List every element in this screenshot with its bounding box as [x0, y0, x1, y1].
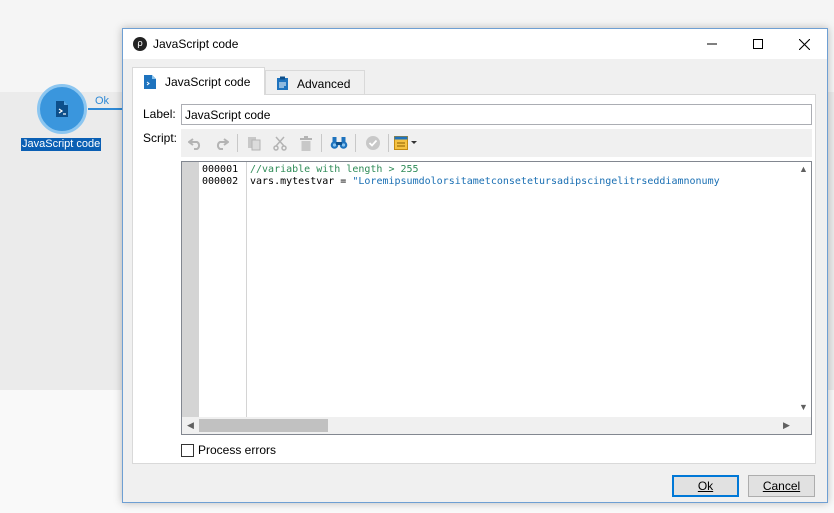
dialog-title: JavaScript code: [153, 37, 239, 51]
cut-button[interactable]: [269, 133, 291, 153]
maximize-icon: [753, 39, 763, 49]
javascript-code-dialog: ρ JavaScript code JavaScript code Advanc…: [122, 28, 828, 503]
editor-gutter: [182, 162, 199, 417]
cancel-button[interactable]: Cancel: [748, 475, 815, 497]
tab-panel-javascript: Label: Script:: [132, 94, 816, 464]
scroll-up-icon[interactable]: ▲: [795, 164, 811, 174]
script-caption: Script:: [143, 131, 178, 145]
find-icon: [330, 137, 348, 149]
validate-button[interactable]: [362, 133, 384, 153]
paste-icon: [248, 136, 261, 150]
dialog-titlebar[interactable]: ρ JavaScript code: [123, 29, 827, 59]
javascript-activity-node[interactable]: [37, 84, 87, 134]
script-icon: [144, 74, 156, 89]
close-button[interactable]: [781, 29, 827, 59]
toolbar-separator: [321, 134, 322, 152]
undo-icon: [188, 138, 201, 150]
code-line: //variable with length > 255: [250, 164, 795, 176]
tab-advanced[interactable]: Advanced: [265, 70, 365, 96]
maximize-button[interactable]: [735, 29, 781, 59]
label-input[interactable]: [181, 104, 812, 125]
delete-icon: [300, 135, 312, 151]
script-editor[interactable]: 000001 000002 //variable with length > 2…: [181, 161, 812, 435]
code-line: vars.mytestvar = "Loremipsumdolorsitamet…: [250, 176, 795, 188]
paste-button[interactable]: [243, 133, 265, 153]
line-numbers: 000001 000002: [199, 162, 247, 417]
minimize-button[interactable]: [689, 29, 735, 59]
horizontal-scroll-thumb[interactable]: [199, 419, 328, 432]
vertical-scrollbar[interactable]: ▲ ▼: [795, 162, 811, 417]
find-button[interactable]: [328, 133, 350, 153]
script-icon: [56, 101, 68, 117]
tab-label: JavaScript code: [165, 74, 251, 89]
minimize-icon: [707, 43, 717, 45]
app-logo-icon: ρ: [133, 37, 147, 51]
code-statement: vars.mytestvar =: [250, 176, 353, 187]
toolbar-separator: [237, 134, 238, 152]
transition-arrow[interactable]: [88, 108, 124, 110]
scroll-down-icon[interactable]: ▼: [795, 402, 811, 412]
clipboard-icon: [277, 76, 288, 90]
scroll-right-icon[interactable]: ▶: [778, 420, 795, 431]
tab-label: Advanced: [297, 76, 351, 91]
undo-button[interactable]: [185, 133, 207, 153]
code-area[interactable]: //variable with length > 255 vars.mytest…: [248, 162, 795, 417]
close-icon: [798, 38, 810, 50]
line-number: 000001: [202, 164, 239, 175]
redo-button[interactable]: [210, 133, 232, 153]
line-number: 000002: [202, 176, 239, 187]
code-string: "Loremipsumdolorsitametconseteturs­adips…: [352, 176, 720, 187]
scroll-left-icon[interactable]: ◀: [182, 420, 199, 431]
code-comment: //variable with length > 255: [250, 164, 419, 175]
process-errors-option[interactable]: Process errors: [181, 443, 276, 457]
process-errors-label: Process errors: [198, 443, 277, 457]
tab-javascript-code[interactable]: JavaScript code: [132, 67, 265, 95]
ok-button[interactable]: Ok: [672, 475, 739, 497]
insert-menu-button[interactable]: [393, 133, 421, 153]
horizontal-scrollbar[interactable]: ◀ ▶: [182, 417, 795, 434]
transition-label: Ok: [95, 95, 110, 107]
insert-menu-icon: [394, 136, 417, 150]
toolbar-separator: [388, 134, 389, 152]
activity-label[interactable]: JavaScript code: [21, 138, 102, 151]
validate-icon: [366, 136, 380, 150]
label-caption: Label:: [143, 107, 176, 121]
process-errors-checkbox[interactable]: [181, 443, 194, 457]
script-toolbar: [181, 129, 812, 157]
scroll-corner: [795, 417, 811, 434]
delete-button[interactable]: [295, 133, 317, 153]
toolbar-separator: [355, 134, 356, 152]
cut-icon: [273, 136, 287, 151]
redo-icon: [216, 138, 229, 150]
